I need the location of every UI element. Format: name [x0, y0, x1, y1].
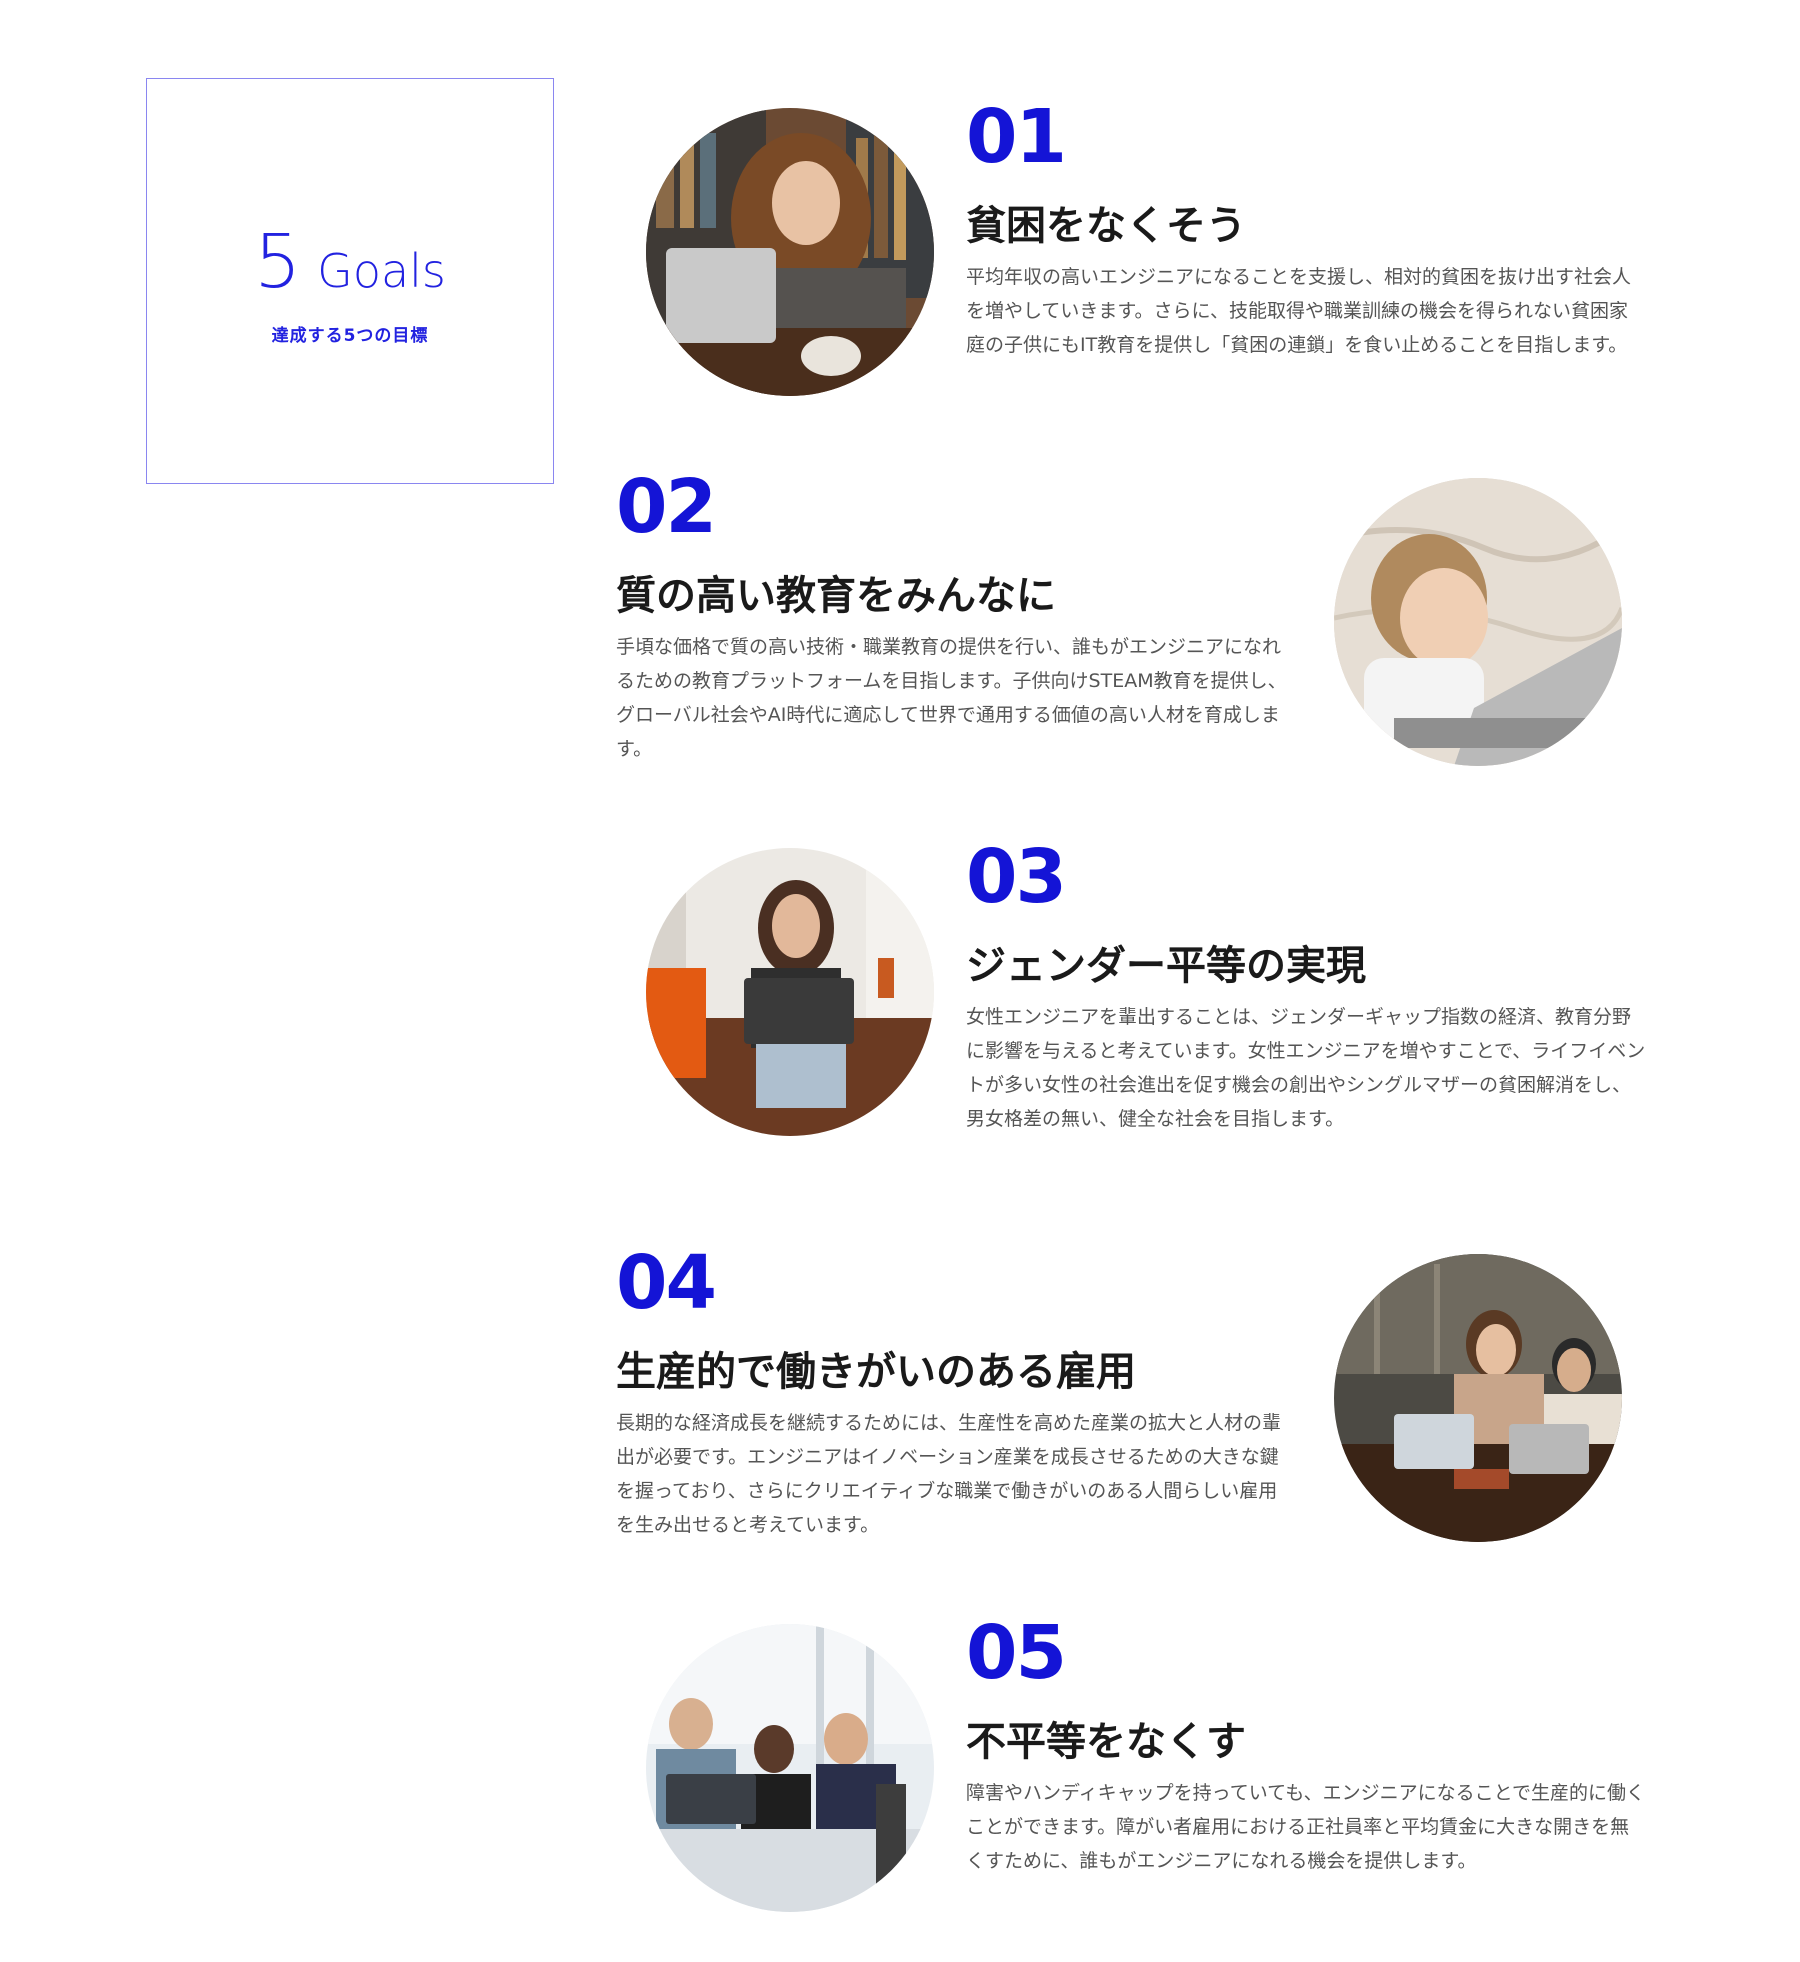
goal-title: 質の高い教育をみんなに [616, 573, 1056, 619]
goal-description: 平均年収の高いエンジニアになることを支援し、相対的貧困を抜け出す社会人を増やして… [966, 266, 1632, 356]
child-laptop-photo-icon [1334, 478, 1622, 766]
intro-title: 5 Goals [254, 225, 446, 299]
intro-word: Goals [317, 243, 446, 298]
intro-number: 5 [254, 218, 302, 305]
goal-description: 手頃な価格で質の高い技術・職業教育の提供を行い、誰もがエンジニアになれるための教… [616, 636, 1287, 760]
goal-text-05: 05 不平等をなくす 障害やハンディキャップを持っていても、エンジニアになること… [966, 1616, 1646, 1878]
team-meeting-photo-icon [1334, 1254, 1622, 1542]
goal-photo-02 [1334, 478, 1622, 766]
goals-intro-box: 5 Goals 達成する5つの目標 [146, 78, 554, 484]
woman-laptop-photo-icon [646, 108, 934, 396]
goal-description: 女性エンジニアを輩出することは、ジェンダーギャップ指数の経済、教育分野に影響を与… [966, 1006, 1646, 1130]
goal-text-04: 04 生産的で働きがいのある雇用 長期的な経済成長を継続するためには、生産性を高… [616, 1246, 1296, 1542]
goal-text-01: 01 貧困をなくそう 平均年収の高いエンジニアになることを支援し、相対的貧困を抜… [966, 100, 1646, 362]
goal-title: ジェンダー平等の実現 [966, 943, 1366, 989]
goal-number: 05 [966, 1610, 1067, 1696]
goal-photo-05 [646, 1624, 934, 1912]
goal-title: 貧困をなくそう [966, 203, 1246, 249]
goal-title: 生産的で働きがいのある雇用 [616, 1349, 1136, 1395]
goal-number: 02 [616, 464, 717, 550]
woman-sofa-laptop-photo-icon [646, 848, 934, 1136]
goal-text-02: 02 質の高い教育をみんなに 手頃な価格で質の高い技術・職業教育の提供を行い、誰… [616, 470, 1296, 766]
goal-description: 長期的な経済成長を継続するためには、生産性を高めた産業の拡大と人材の輩出が必要で… [616, 1412, 1282, 1536]
goal-number: 01 [966, 94, 1067, 180]
intro-subtitle: 達成する5つの目標 [271, 325, 429, 346]
goal-title: 不平等をなくす [966, 1719, 1246, 1765]
goal-text-03: 03 ジェンダー平等の実現 女性エンジニアを輩出することは、ジェンダーギャップ指… [966, 840, 1646, 1136]
goal-description: 障害やハンディキャップを持っていても、エンジニアになることで生産的に働くことがで… [966, 1782, 1646, 1872]
goal-photo-04 [1334, 1254, 1622, 1542]
goal-number: 04 [616, 1240, 717, 1326]
goal-photo-03 [646, 848, 934, 1136]
goal-number: 03 [966, 834, 1067, 920]
goal-photo-01 [646, 108, 934, 396]
office-team-photo-icon [646, 1624, 934, 1912]
